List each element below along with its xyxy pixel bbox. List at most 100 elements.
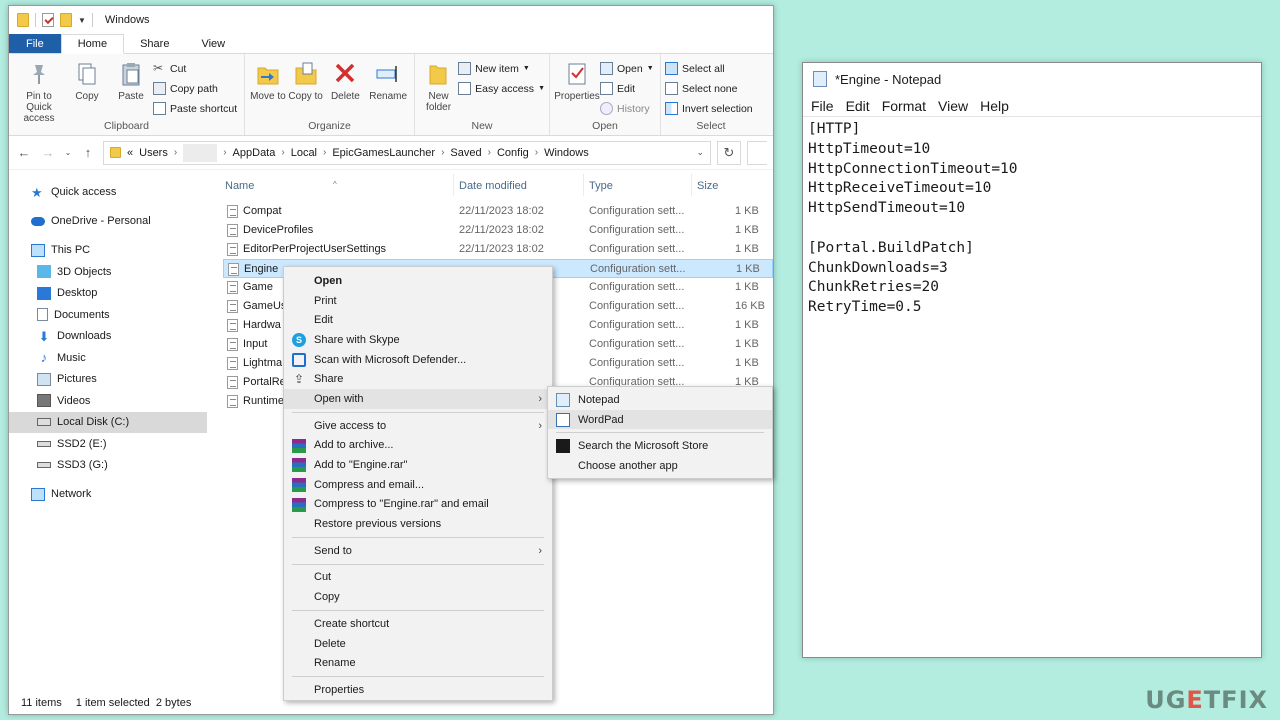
breadcrumb-appdata[interactable]: AppData [233, 147, 276, 159]
table-row[interactable]: EditorPerProjectUserSettings 22/11/2023 1… [223, 240, 773, 259]
invert-selection-button[interactable]: Invert selection [665, 100, 753, 117]
history-button[interactable]: History [600, 100, 654, 117]
menu-item-copy[interactable]: Copy [284, 587, 552, 607]
menu-item-search-microsoft-store[interactable]: Search the Microsoft Store [548, 436, 772, 456]
breadcrumb-chevron-icon[interactable]: › [323, 147, 326, 158]
tab-share[interactable]: Share [124, 34, 185, 53]
breadcrumb-local[interactable]: Local [291, 147, 317, 159]
sidebar-item-pictures[interactable]: Pictures [9, 369, 207, 391]
sidebar-item-quick-access[interactable]: ★ Quick access [9, 182, 207, 204]
breadcrumb-chevron-icon[interactable]: › [441, 147, 444, 158]
cut-button[interactable]: ✂ Cut [153, 60, 237, 77]
menu-item-add-to-archive[interactable]: Add to archive... [284, 436, 552, 456]
menu-item-send-to[interactable]: Send to › [284, 541, 552, 561]
menu-item-notepad[interactable]: Notepad [548, 390, 772, 410]
breadcrumb-config[interactable]: Config [497, 147, 529, 159]
menu-item-properties[interactable]: Properties [284, 680, 552, 700]
notepad-menu-edit[interactable]: Edit [846, 98, 870, 114]
select-all-button[interactable]: Select all [665, 60, 753, 77]
up-arrow-icon[interactable]: ↑ [79, 145, 97, 160]
copy-to-icon [295, 62, 317, 85]
forward-arrow-icon[interactable]: → [39, 145, 57, 160]
new-item-button[interactable]: New item ▼ [458, 60, 545, 77]
notepad-menu-view[interactable]: View [938, 98, 968, 114]
sidebar-item-onedrive[interactable]: OneDrive - Personal [9, 211, 207, 233]
sidebar-item-ssd2[interactable]: SSD2 (E:) [9, 433, 207, 455]
easy-access-button[interactable]: Easy access ▼ [458, 80, 545, 97]
menu-item-add-to-engine-rar[interactable]: Add to "Engine.rar" [284, 455, 552, 475]
menu-item-create-shortcut[interactable]: Create shortcut [284, 614, 552, 634]
breadcrumb-chevron-icon[interactable]: › [535, 147, 538, 158]
menu-item-open[interactable]: Open [284, 271, 552, 291]
column-header-name[interactable]: Name [225, 180, 254, 192]
notepad-text-area[interactable]: [HTTP] HttpTimeout=10 HttpConnectionTimeou… [803, 117, 1261, 321]
notepad-menu-file[interactable]: File [811, 98, 834, 114]
breadcrumb-chevron-icon[interactable]: › [488, 147, 491, 158]
menu-item-label: Print [314, 294, 337, 307]
tab-home[interactable]: Home [60, 34, 125, 54]
properties-check-icon[interactable] [42, 13, 54, 27]
sidebar-item-ssd3[interactable]: SSD3 (G:) [9, 455, 207, 477]
sidebar-item-local-disk-c[interactable]: Local Disk (C:) [9, 411, 207, 433]
table-row[interactable]: DeviceProfiles 22/11/2023 18:02 Configurat… [223, 221, 773, 240]
menu-item-print[interactable]: Print [284, 291, 552, 311]
file-size: 1 KB [735, 338, 759, 350]
breadcrumb-users[interactable]: Users [139, 147, 168, 159]
sidebar-item-network[interactable]: Network [9, 484, 207, 506]
menu-item-share-with-skype[interactable]: S Share with Skype [284, 330, 552, 350]
column-header-date[interactable]: Date modified [459, 180, 527, 192]
menu-item-restore-previous-versions[interactable]: Restore previous versions [284, 514, 552, 534]
notepad-menu-format[interactable]: Format [882, 98, 926, 114]
sidebar-item-3d-objects[interactable]: 3D Objects [9, 261, 207, 283]
menu-item-wordpad[interactable]: WordPad [548, 409, 772, 430]
breadcrumb-username-redacted[interactable] [183, 143, 218, 162]
column-header-type[interactable]: Type [589, 180, 613, 192]
share-icon: ⇪ [293, 372, 305, 387]
sidebar-item-this-pc[interactable]: This PC [9, 240, 207, 262]
breadcrumb-chevron-icon[interactable]: › [223, 147, 226, 158]
back-arrow-icon[interactable]: ← [15, 145, 33, 160]
menu-item-rename[interactable]: Rename [284, 653, 552, 673]
chevron-down-icon[interactable]: ▼ [78, 16, 86, 25]
edit-button[interactable]: Edit [600, 80, 654, 97]
open-button[interactable]: Open ▼ [600, 60, 654, 77]
sidebar-item-videos[interactable]: Videos [9, 390, 207, 412]
menu-item-give-access[interactable]: Give access to › [284, 416, 552, 436]
sidebar-item-desktop[interactable]: Desktop [9, 283, 207, 305]
menu-item-delete[interactable]: Delete [284, 634, 552, 654]
menu-item-open-with[interactable]: Open with › [284, 389, 552, 409]
menu-item-compress-to-rar-and-email[interactable]: Compress to "Engine.rar" and email [284, 495, 552, 515]
breadcrumb-windows[interactable]: Windows [544, 147, 589, 159]
menu-item-cut[interactable]: Cut [284, 568, 552, 588]
tab-file[interactable]: File [9, 34, 61, 53]
copy-path-button[interactable]: Copy path [153, 80, 237, 97]
address-dropdown-chevron-icon[interactable]: ⌄ [696, 147, 704, 158]
breadcrumb-saved[interactable]: Saved [450, 147, 481, 159]
refresh-icon[interactable]: ↻ [717, 140, 741, 165]
table-row[interactable]: Compat 22/11/2023 18:02 Configuration sett… [223, 202, 773, 221]
notepad-menu-help[interactable]: Help [980, 98, 1009, 114]
search-input[interactable] [747, 140, 767, 165]
new-folder-icon[interactable] [60, 13, 72, 27]
breadcrumb-epicgameslauncher[interactable]: EpicGamesLauncher [332, 147, 435, 159]
address-bar[interactable]: « Users › › AppData › Local › EpicGamesL… [103, 140, 711, 165]
sidebar-item-downloads[interactable]: ⬇ Downloads [9, 326, 207, 348]
history-icon [600, 102, 613, 115]
menu-item-share[interactable]: ⇪ Share [284, 369, 552, 389]
breadcrumb-chevron-icon[interactable]: › [281, 147, 284, 158]
select-none-button[interactable]: Select none [665, 80, 753, 97]
menu-item-compress-and-email[interactable]: Compress and email... [284, 475, 552, 495]
folder-icon [110, 147, 121, 158]
sidebar-item-documents[interactable]: Documents [9, 304, 207, 326]
tab-view[interactable]: View [185, 34, 241, 53]
sidebar-item-music[interactable]: ♪ Music [9, 347, 207, 369]
column-header-size[interactable]: Size [697, 180, 718, 192]
menu-item-edit[interactable]: Edit [284, 310, 552, 330]
menu-item-scan-defender[interactable]: Scan with Microsoft Defender... [284, 350, 552, 370]
breadcrumb-overflow[interactable]: « [127, 147, 133, 159]
sort-ascending-icon: ^ [333, 180, 337, 189]
breadcrumb-chevron-icon[interactable]: › [174, 147, 177, 158]
menu-item-choose-another-app[interactable]: Choose another app [548, 456, 772, 476]
recent-locations-chevron-icon[interactable]: ⌄ [63, 148, 73, 157]
paste-shortcut-button[interactable]: Paste shortcut [153, 100, 237, 117]
